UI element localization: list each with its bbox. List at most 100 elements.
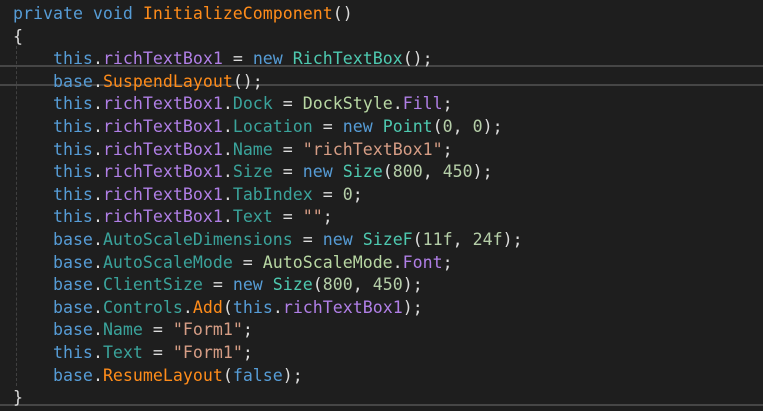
code-line[interactable]: base.Controls.Add(this.richTextBox1); — [13, 297, 423, 320]
code-token-punc: } — [13, 388, 23, 408]
code-token-kw: new — [302, 162, 343, 182]
code-token-punc: = — [312, 184, 343, 204]
code-token-prop: Size — [232, 162, 273, 182]
code-token-prop: Location — [232, 117, 313, 136]
code-token-punc: ( — [382, 162, 393, 182]
code-line[interactable]: base.ClientSize = new Size(800, 450); — [13, 274, 423, 297]
code-token-field: richTextBox1 — [102, 117, 223, 136]
code-token-punc: ; — [352, 184, 363, 204]
code-token-num: 0 — [342, 184, 353, 204]
code-token-punc: ( — [312, 275, 323, 295]
code-token-kw: new — [252, 49, 293, 69]
code-token-field: richTextBox1 — [102, 94, 223, 114]
code-token-kw: base — [13, 275, 93, 295]
code-line[interactable]: } — [13, 387, 23, 410]
code-token-prop: AutoScaleMode — [102, 252, 233, 272]
code-line[interactable]: this.richTextBox1.TabIndex = 0; — [13, 184, 363, 207]
code-token-field: richTextBox1 — [102, 162, 223, 182]
code-token-type: SizeF — [362, 230, 413, 249]
code-line[interactable]: this.Text = "Form1"; — [13, 342, 253, 365]
code-line[interactable]: base.ResumeLayout(false); — [13, 365, 303, 388]
code-token-punc: ; — [242, 320, 253, 340]
code-token-punc: = — [142, 343, 173, 362]
code-token-punc: . — [92, 139, 103, 159]
code-token-method: ResumeLayout — [102, 365, 223, 385]
code-token-kw: this — [13, 94, 93, 114]
code-line[interactable]: this.richTextBox1.Size = new Size(800, 4… — [13, 161, 493, 184]
code-token-punc: ; — [442, 139, 453, 159]
code-token-punc: . — [92, 365, 103, 385]
code-token-field: richTextBox1 — [102, 184, 223, 204]
code-token-punc: . — [392, 252, 403, 272]
code-token-kw: this — [13, 117, 93, 136]
code-token-punc: (); — [232, 71, 263, 91]
editor-bottom-border — [0, 404, 763, 406]
code-token-punc: . — [92, 71, 103, 91]
code-line[interactable]: this.richTextBox1.Location = new Point(0… — [13, 116, 503, 139]
code-token-punc: ); — [502, 230, 523, 249]
code-token-prop: Controls — [102, 297, 183, 317]
code-token-punc: . — [92, 94, 103, 114]
code-token-punc: . — [222, 207, 233, 227]
code-token-field: richTextBox1 — [102, 49, 223, 69]
code-token-punc: = — [222, 49, 253, 69]
code-token-punc: = — [272, 207, 303, 227]
code-token-field: richTextBox1 — [102, 207, 223, 227]
code-token-punc: . — [92, 297, 103, 317]
code-token-type: Size — [342, 162, 383, 182]
code-line[interactable]: base.AutoScaleMode = AutoScaleMode.Font; — [13, 252, 453, 275]
code-line[interactable]: this.richTextBox1.Name = "richTextBox1"; — [13, 139, 453, 162]
code-token-kw: new — [342, 117, 383, 136]
code-token-punc: ; — [442, 94, 453, 114]
code-token-prop: ClientSize — [102, 275, 203, 295]
code-token-kw: this — [13, 49, 93, 69]
code-token-punc: . — [92, 117, 103, 136]
code-token-type: RichTextBox — [292, 49, 403, 69]
code-token-punc: , — [452, 117, 473, 136]
code-token-kw: new — [322, 230, 363, 249]
code-token-kw: this — [13, 162, 93, 182]
code-token-kw: this — [13, 207, 93, 227]
code-token-punc: , — [352, 275, 373, 295]
code-line[interactable]: this.richTextBox1.Dock = DockStyle.Fill; — [13, 93, 453, 116]
code-token-enum: AutoScaleMode — [262, 252, 393, 272]
code-line[interactable]: this.richTextBox1 = new RichTextBox(); — [13, 48, 433, 71]
code-token-kw: private void — [13, 4, 143, 23]
code-line[interactable]: private void InitializeComponent() — [13, 3, 353, 26]
code-line[interactable]: base.Name = "Form1"; — [13, 319, 253, 342]
code-token-prop: Text — [102, 343, 143, 362]
code-token-kw: new — [232, 275, 273, 295]
code-token-punc: . — [222, 117, 233, 136]
code-token-num: 11f — [422, 230, 453, 249]
code-token-num: 450 — [442, 162, 473, 182]
code-token-punc: . — [222, 162, 233, 182]
code-token-punc: = — [272, 162, 303, 182]
code-token-str: "Form1" — [172, 343, 243, 362]
code-token-punc: . — [222, 184, 233, 204]
code-line[interactable]: base.AutoScaleDimensions = new SizeF(11f… — [13, 229, 523, 252]
code-token-prop: TabIndex — [232, 184, 313, 204]
code-token-field: Font — [402, 252, 443, 272]
code-token-kw: base — [13, 365, 93, 385]
code-token-field: Fill — [402, 94, 443, 114]
code-editor[interactable]: private void InitializeComponent(){ this… — [0, 0, 763, 411]
code-token-str: "Form1" — [172, 320, 243, 340]
code-token-punc: . — [92, 162, 103, 182]
code-token-punc: = — [292, 230, 323, 249]
code-line[interactable]: base.SuspendLayout(); — [13, 71, 263, 94]
code-token-punc: = — [272, 139, 303, 159]
code-token-punc: . — [92, 343, 103, 362]
code-token-type: Size — [272, 275, 313, 295]
code-token-punc: ); — [282, 365, 303, 385]
code-token-method: InitializeComponent — [142, 4, 333, 23]
code-line[interactable]: this.richTextBox1.Text = ""; — [13, 206, 333, 229]
code-line[interactable]: { — [13, 26, 23, 49]
code-token-punc: = — [202, 275, 233, 295]
code-token-punc: = — [272, 94, 303, 114]
code-token-method: Add — [192, 297, 223, 317]
code-token-kw: this — [232, 297, 273, 317]
code-token-num: 800 — [392, 162, 423, 182]
code-token-kw: this — [13, 343, 93, 362]
code-token-num: 0 — [442, 117, 453, 136]
code-token-str: "richTextBox1" — [302, 139, 443, 159]
